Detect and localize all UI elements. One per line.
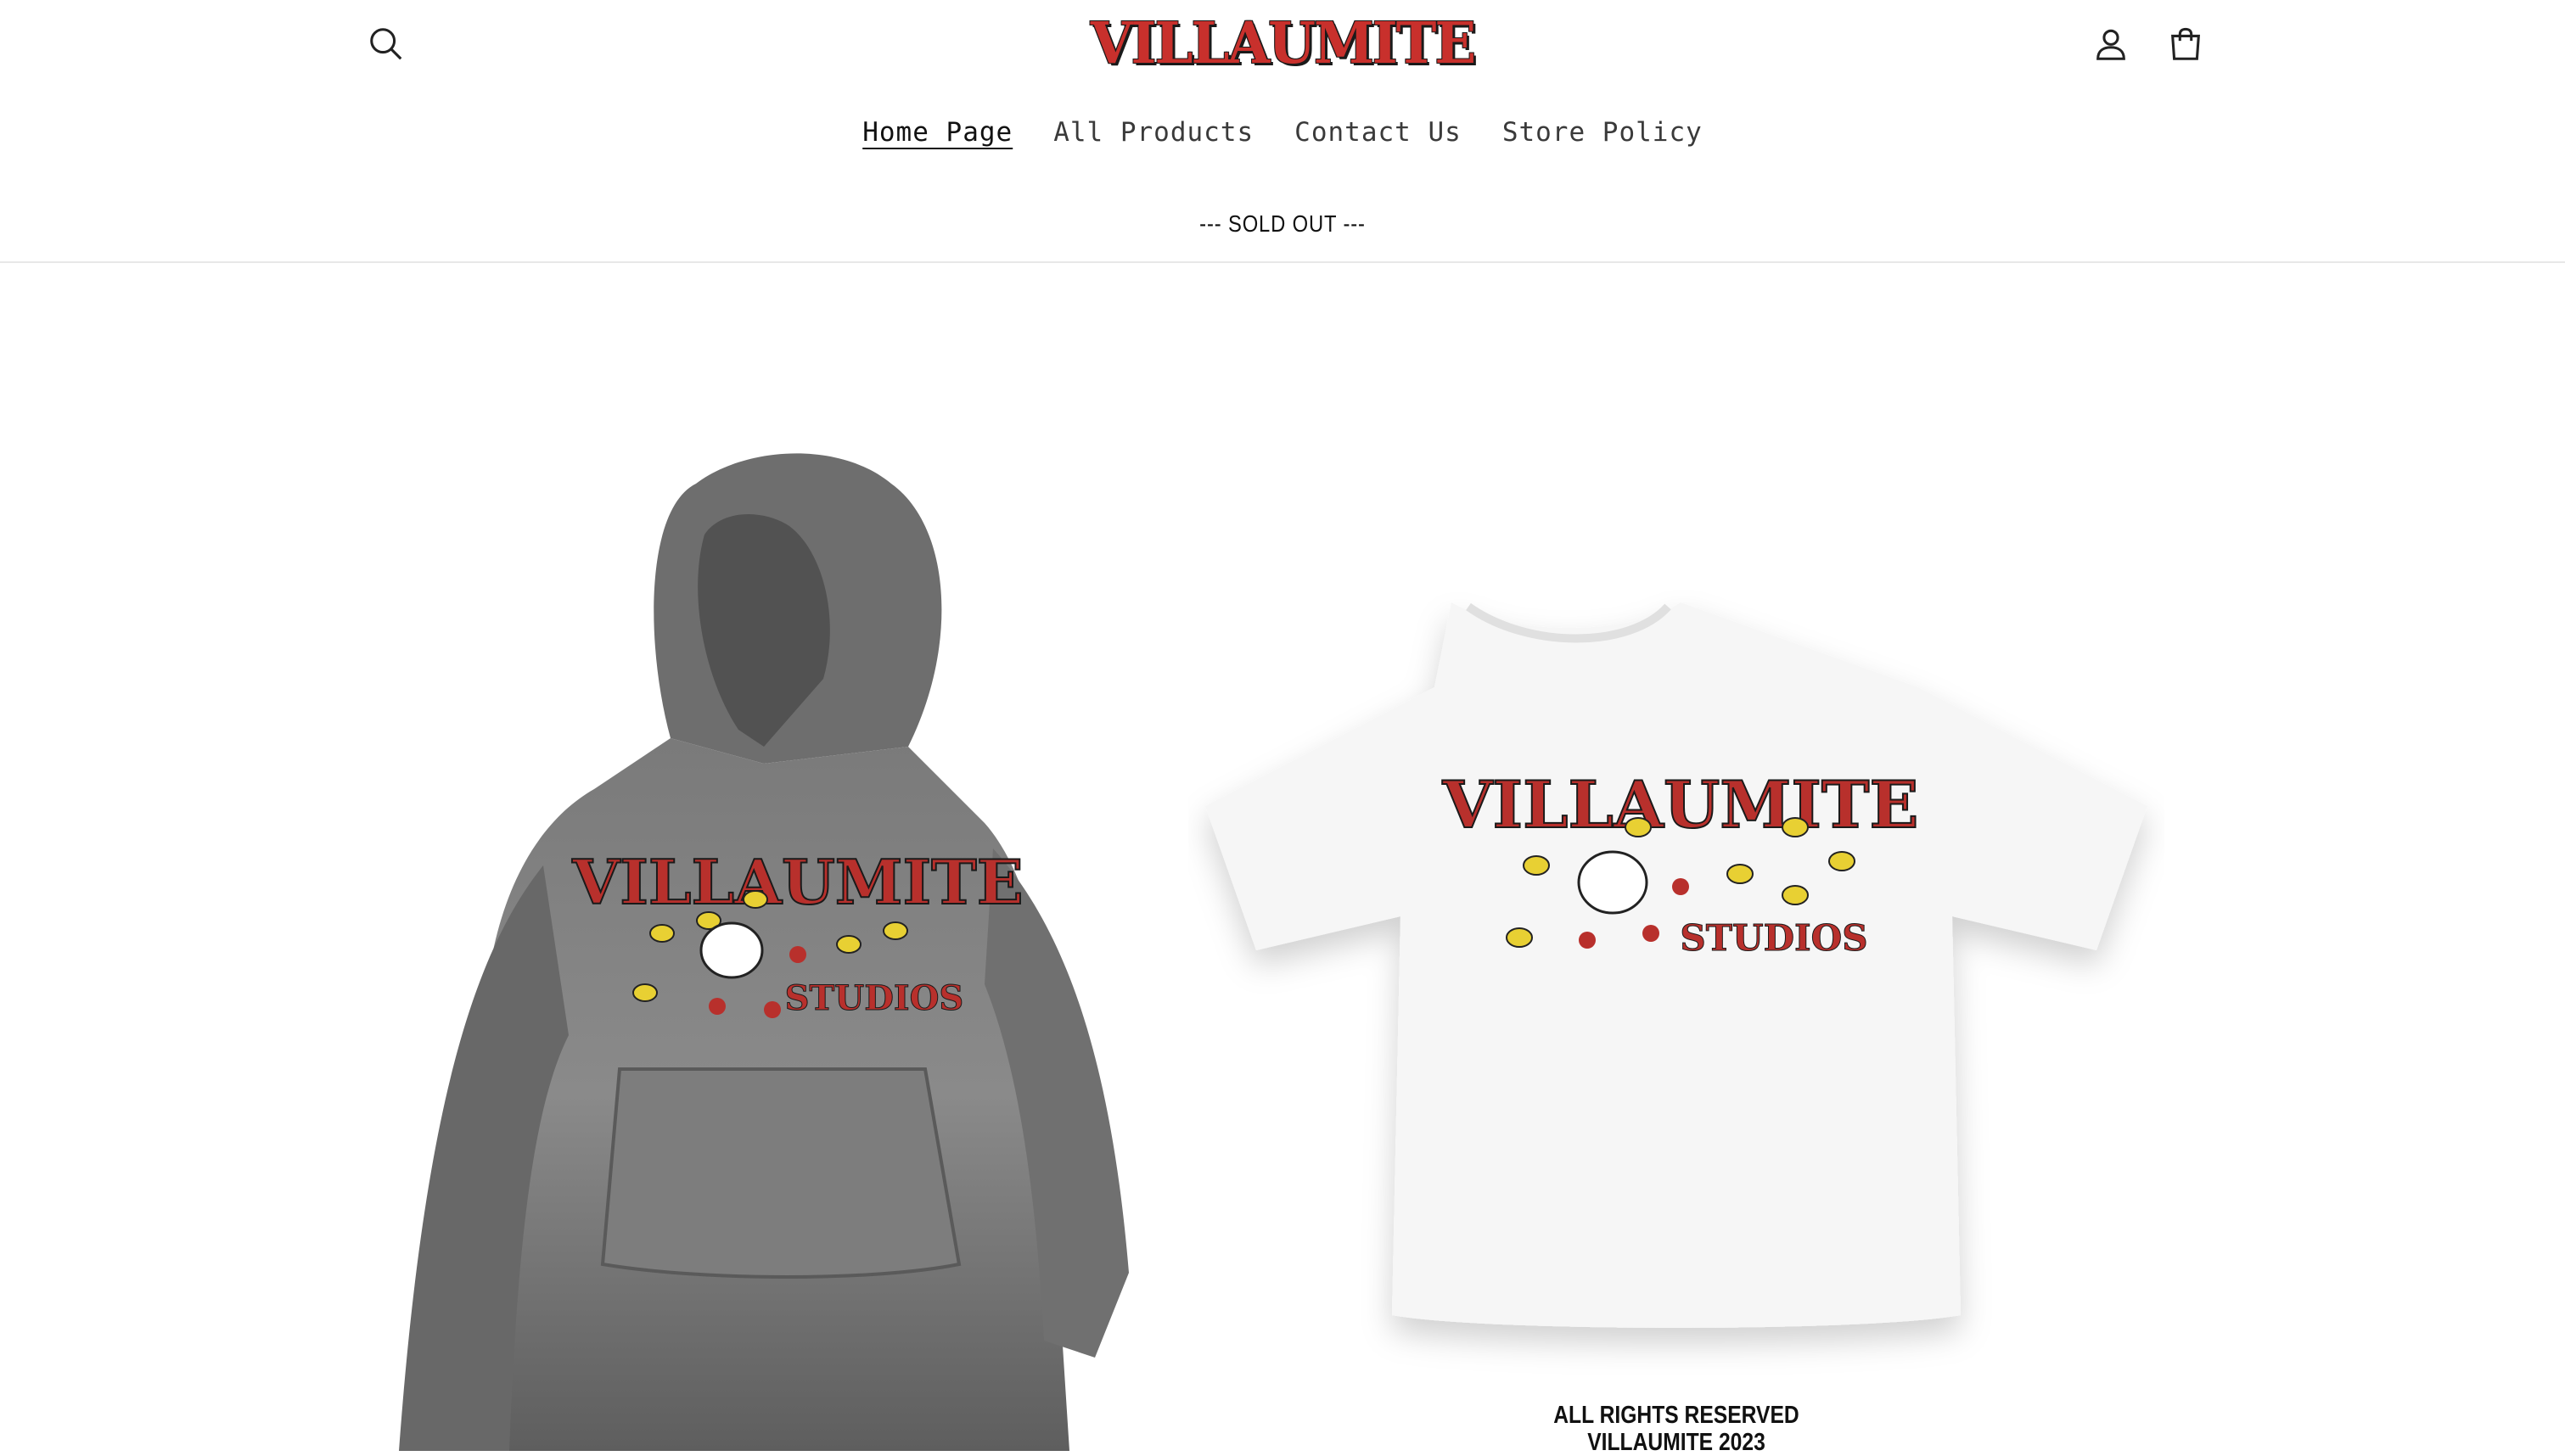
- announcement-bar: --- SOLD OUT ---: [1199, 210, 1366, 237]
- site-logo[interactable]: VILLAUMITE: [1091, 10, 1476, 77]
- cart-button[interactable]: [2152, 10, 2220, 78]
- nav-all-products[interactable]: All Products: [1053, 117, 1254, 148]
- tshirt-product-image[interactable]: VILLAUMITE STUDIOS: [1188, 585, 2164, 1392]
- site-header: VILLAUMITE Home Page All Products Contac…: [0, 0, 2565, 263]
- bag-icon: [2171, 27, 2200, 60]
- hoodie-graphic-subtitle: STUDIOS: [785, 978, 964, 1018]
- hoodie-product-image[interactable]: VILLAUMITE STUDIOS: [365, 424, 1180, 1451]
- rights-line-1: ALL RIGHTS RESERVED: [1553, 1402, 1799, 1429]
- hoodie-illustration: VILLAUMITE STUDIOS: [399, 453, 1129, 1451]
- nav-store-policy[interactable]: Store Policy: [1502, 117, 1703, 148]
- main-nav: Home Page All Products Contact Us Store …: [0, 117, 2565, 148]
- nav-contact-us[interactable]: Contact Us: [1294, 117, 1462, 148]
- nav-home-page[interactable]: Home Page: [862, 117, 1013, 148]
- rights-caption: ALL RIGHTS RESERVED VILLAUMITE 2023: [1529, 1402, 1825, 1456]
- hoodie-graphic-title: VILLAUMITE: [571, 846, 1023, 918]
- logo-text: VILLAUMITE: [1090, 9, 1476, 77]
- tshirt-graphic-title: VILLAUMITE: [1442, 767, 1919, 843]
- search-icon: [370, 28, 402, 60]
- user-icon: [2096, 29, 2125, 60]
- search-button[interactable]: [352, 10, 420, 78]
- account-button[interactable]: [2077, 10, 2145, 78]
- rights-line-2: VILLAUMITE 2023: [1587, 1429, 1765, 1456]
- tshirt-illustration: VILLAUMITE STUDIOS: [1205, 602, 2147, 1328]
- tshirt-graphic-subtitle: STUDIOS: [1680, 917, 1867, 959]
